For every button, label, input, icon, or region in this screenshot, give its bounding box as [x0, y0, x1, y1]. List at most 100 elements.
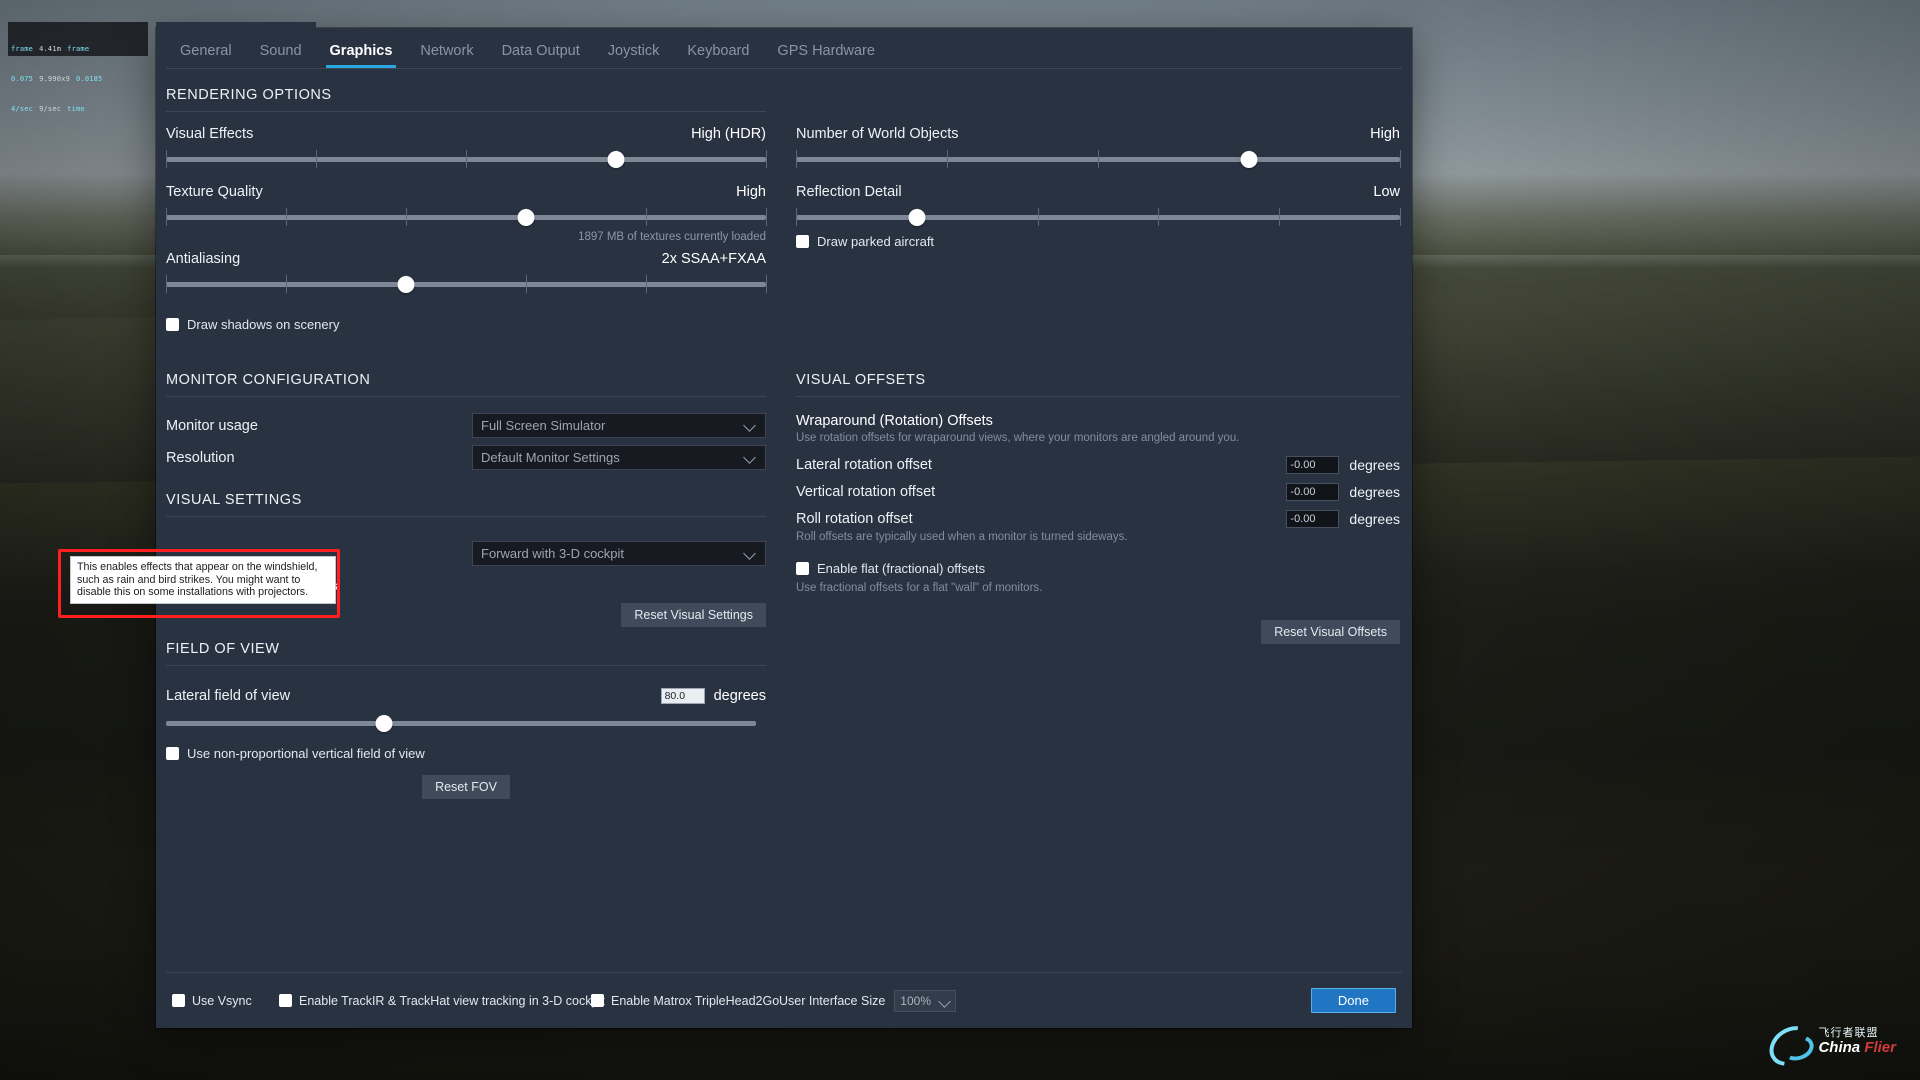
reset-visual-settings-row: Reset Visual Settings: [166, 603, 766, 627]
checkbox-use-vsync[interactable]: Use Vsync: [172, 994, 252, 1008]
checkbox-flat-offsets[interactable]: Enable flat (fractional) offsets: [796, 561, 1400, 576]
settings-dialog: General Sound Graphics Network Data Output Jo…: [156, 22, 1412, 1028]
checkbox-box-icon[interactable]: [796, 235, 809, 248]
vertical-rotation-unit: degrees: [1349, 484, 1400, 500]
watermark-english-first: China: [1818, 1038, 1865, 1056]
dialog-top-notch: [156, 22, 316, 28]
resolution-value: Default Monitor Settings: [481, 450, 620, 465]
fps-cell: 9/sec: [39, 105, 62, 113]
tab-sound[interactable]: Sound: [246, 43, 316, 68]
tab-graphics[interactable]: Graphics: [316, 43, 407, 68]
fps-cell: frame: [11, 45, 34, 53]
slider-knob[interactable]: [397, 276, 415, 293]
watermark-english-second: Flier: [1864, 1038, 1896, 1056]
watermark-english: China Flier: [1818, 1040, 1896, 1056]
slider-track-area[interactable]: [166, 273, 767, 295]
slider-lateral-fov[interactable]: [166, 712, 756, 734]
tab-gps-hardware[interactable]: GPS Hardware: [763, 43, 889, 68]
chevron-down-icon: [939, 995, 950, 1006]
divider: [166, 396, 766, 397]
tab-network[interactable]: Network: [406, 43, 487, 68]
slider-tick: [166, 150, 167, 168]
tab-label: Sound: [259, 43, 302, 59]
tab-label: General: [180, 43, 232, 59]
done-button[interactable]: Done: [1310, 988, 1396, 1013]
slider-tick: [796, 150, 797, 168]
checkbox-box-icon[interactable]: [279, 994, 292, 1007]
tab-general[interactable]: General: [166, 43, 246, 68]
slider-antialiasing: Antialiasing 2x SSAA+FXAA: [166, 251, 767, 295]
section-title-rendering: RENDERING OPTIONS: [166, 87, 332, 103]
view-mode-select[interactable]: Forward with 3-D cockpit: [472, 541, 766, 566]
fps-cell: 0.0185: [75, 75, 103, 83]
slider-value: High: [1370, 126, 1400, 142]
checkbox-box-icon[interactable]: [796, 562, 809, 575]
checkbox-non-proportional-fov[interactable]: Use non-proportional vertical field of v…: [166, 746, 766, 761]
slider-tick: [766, 208, 767, 226]
checkbox-box-icon[interactable]: [166, 747, 179, 760]
lateral-fov-input[interactable]: 80.0: [660, 688, 705, 704]
reset-visual-settings-button[interactable]: Reset Visual Settings: [621, 603, 766, 627]
resolution-select[interactable]: Default Monitor Settings: [472, 445, 766, 470]
tab-joystick[interactable]: Joystick: [594, 43, 674, 68]
slider-tick: [766, 150, 767, 168]
monitor-usage-select[interactable]: Full Screen Simulator: [472, 413, 766, 438]
slider-label: Visual Effects: [166, 126, 254, 142]
dialog-footer: Use Vsync Enable TrackIR & TrackHat view…: [166, 972, 1402, 1028]
tab-label: Keyboard: [687, 43, 750, 59]
fps-overlay-row: 0.075 9.990x9 0.0185: [11, 74, 145, 84]
slider-knob[interactable]: [908, 209, 926, 226]
slider-tick: [406, 208, 407, 226]
watermark: 飞行者联盟 China Flier: [1768, 1022, 1896, 1062]
checkbox-enable-trackir[interactable]: Enable TrackIR & TrackHat view tracking …: [279, 994, 605, 1008]
slider-knob[interactable]: [607, 151, 625, 168]
vertical-rotation-label: Vertical rotation offset: [796, 484, 936, 500]
checkbox-label: Enable flat (fractional) offsets: [817, 561, 986, 576]
reset-visual-offsets-button[interactable]: Reset Visual Offsets: [1261, 620, 1400, 644]
slider-ticks: [796, 150, 1401, 168]
resolution-label: Resolution: [166, 449, 235, 466]
slider-track-area[interactable]: [796, 206, 1401, 228]
slider-track-area[interactable]: [796, 148, 1401, 170]
chevron-down-icon: [744, 419, 757, 432]
ui-size-label: User Interface Size: [779, 993, 886, 1008]
slider-knob[interactable]: [375, 715, 393, 732]
checkbox-draw-shadows[interactable]: Draw shadows on scenery: [166, 317, 766, 332]
left-column: RENDERING OPTIONS Visual Effects High (H…: [166, 69, 767, 799]
vertical-rotation-input[interactable]: -0.00: [1286, 483, 1340, 501]
row-lateral-fov: Lateral field of view 80.0 degrees: [166, 688, 766, 704]
checkbox-box-icon[interactable]: [166, 318, 179, 331]
lateral-rotation-unit: degrees: [1349, 457, 1400, 473]
lateral-rotation-input[interactable]: -0.00: [1286, 456, 1340, 474]
slider-knob[interactable]: [517, 209, 535, 226]
slider-track-area[interactable]: [166, 206, 767, 228]
checkbox-draw-parked-aircraft[interactable]: Draw parked aircraft: [796, 234, 1400, 249]
tab-label: Joystick: [607, 43, 660, 59]
section-title-visual-offsets: VISUAL OFFSETS: [796, 372, 926, 388]
tooltip-windshield-effects: This enables effects that appear on the …: [70, 556, 336, 604]
slider-ticks: [166, 208, 767, 226]
tab-keyboard[interactable]: Keyboard: [673, 43, 763, 68]
roll-rotation-input[interactable]: -0.00: [1286, 510, 1340, 528]
ui-size-select[interactable]: 100%: [894, 989, 957, 1012]
slider-track-area[interactable]: [166, 148, 767, 170]
slider-tick: [286, 208, 287, 226]
slider-tick: [166, 208, 167, 226]
slider-knob[interactable]: [1240, 151, 1258, 168]
slider-tick: [796, 208, 797, 226]
reset-fov-button[interactable]: Reset FOV: [422, 775, 510, 799]
divider: [166, 111, 766, 112]
slider-tick: [466, 150, 467, 168]
slider-value: 2x SSAA+FXAA: [661, 251, 766, 267]
ui-size-control: User Interface Size 100%: [779, 989, 957, 1012]
tab-label: Graphics: [329, 43, 393, 59]
checkbox-box-icon[interactable]: [172, 994, 185, 1007]
tab-data-output[interactable]: Data Output: [488, 43, 594, 68]
checkbox-enable-matrox[interactable]: Enable Matrox TripleHead2Go: [591, 994, 779, 1008]
flat-offsets-hint: Use fractional offsets for a flat "wall"…: [796, 582, 1043, 594]
slider-tick: [166, 275, 167, 293]
divider: [166, 516, 766, 517]
checkbox-box-icon[interactable]: [591, 994, 604, 1007]
row-lateral-rotation-offset: Lateral rotation offset -0.00 degrees: [796, 456, 1400, 474]
section-title-visual-settings: VISUAL SETTINGS: [166, 492, 302, 508]
